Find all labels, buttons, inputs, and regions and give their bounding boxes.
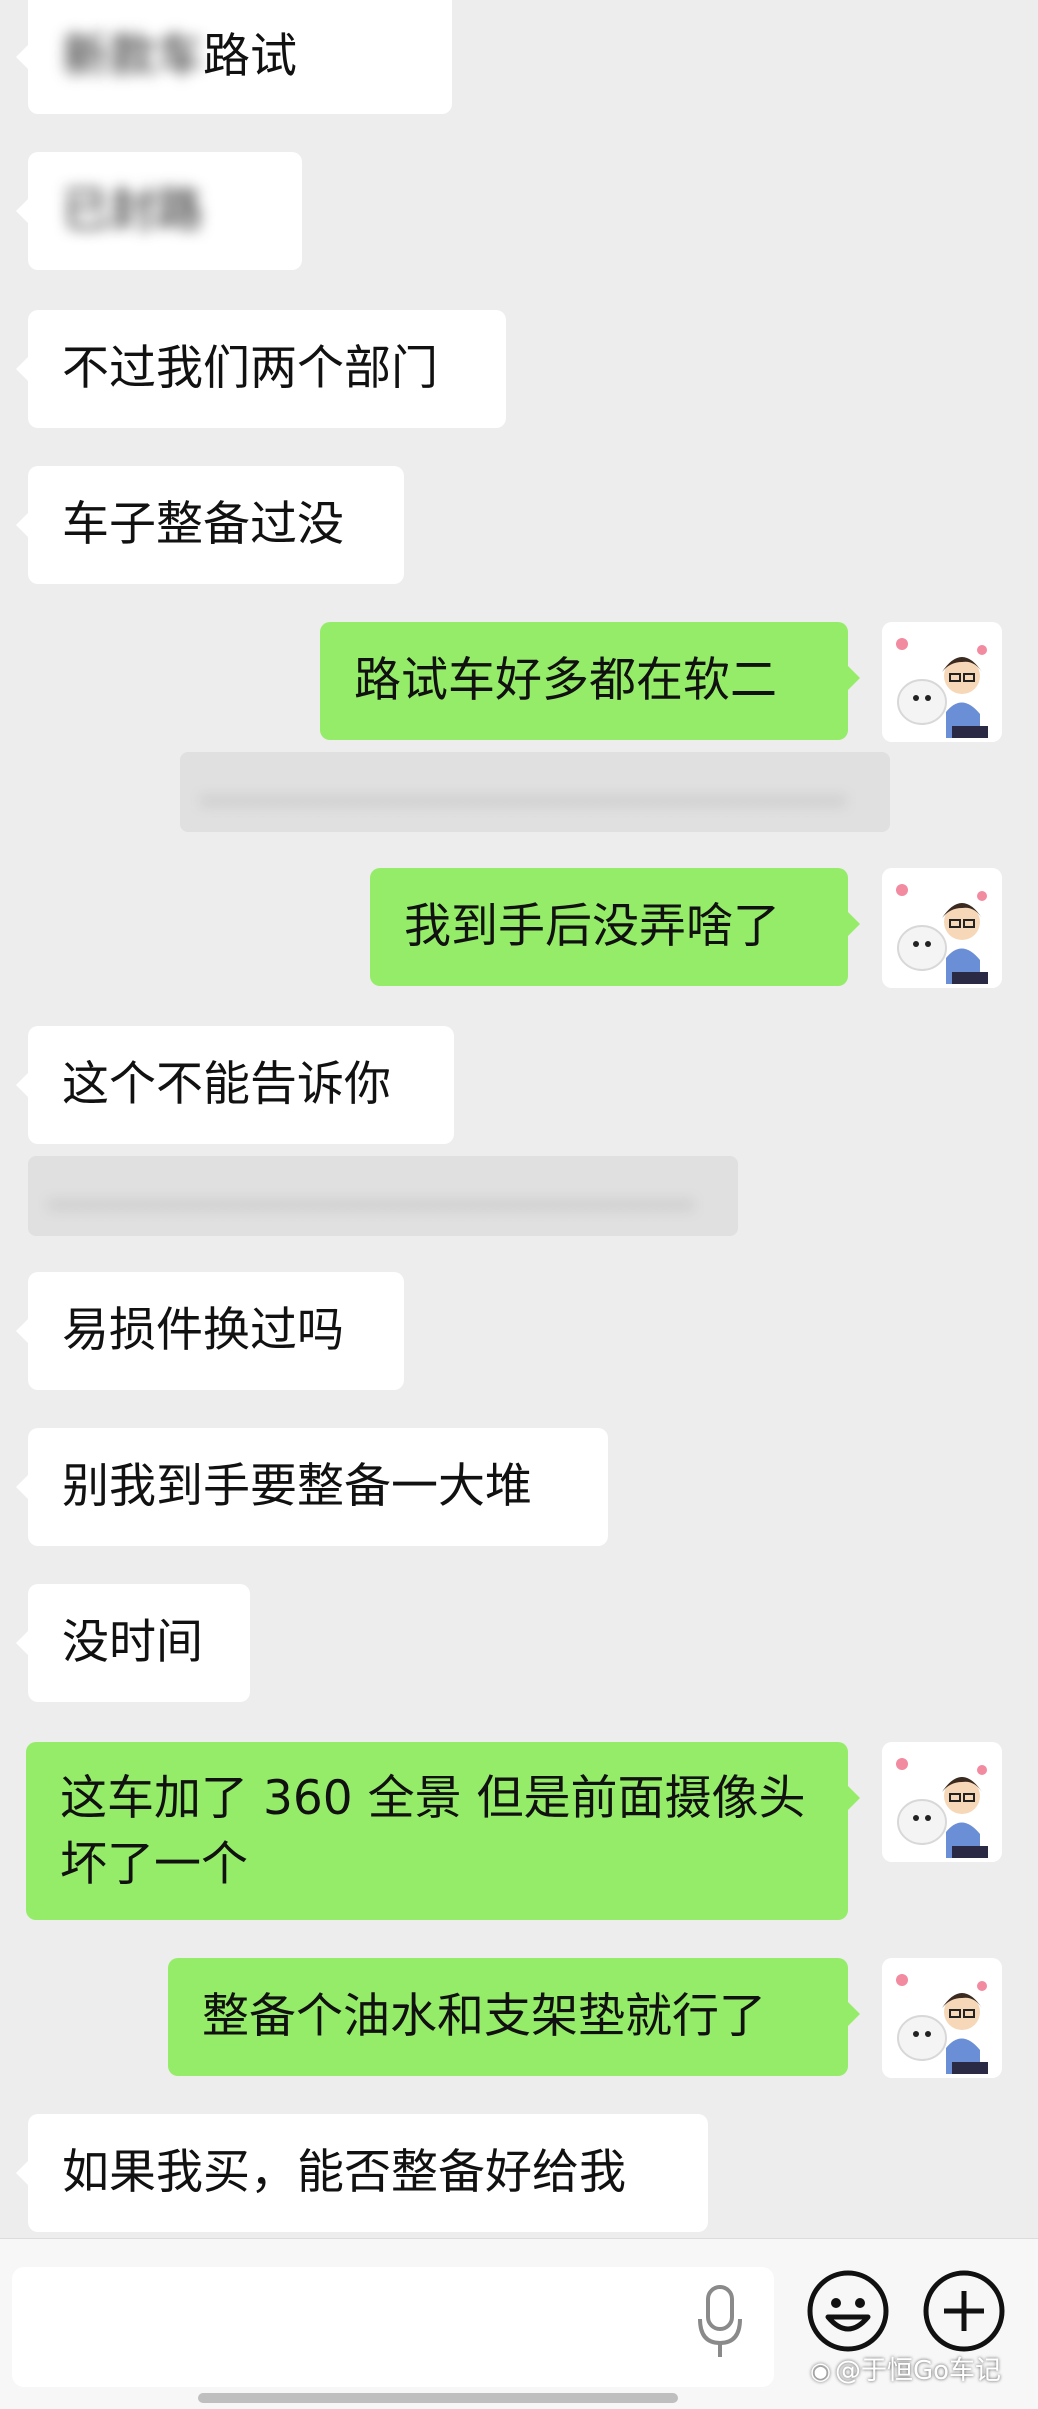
incoming-message-bubble[interactable]: 别我到手要整备一大堆 xyxy=(16,1428,608,1546)
message-text: 别我到手要整备一大堆 xyxy=(62,1459,532,1514)
message-text: 整备个油水和支架垫就行了 xyxy=(202,1989,766,2044)
redacted-text: 新款车 xyxy=(62,29,203,84)
message-text: 我到手后没弄啥了 xyxy=(404,899,780,954)
user-avatar[interactable] xyxy=(882,1958,1002,2078)
incoming-message-bubble[interactable]: 如果我买，能否整备好给我 xyxy=(16,2114,708,2232)
watermark: ◉ @于恒Go车记 xyxy=(810,2354,1001,2388)
message-text: 这个不能告诉你 xyxy=(62,1057,391,1112)
weibo-logo-icon: ◉ xyxy=(810,2357,831,2385)
plus-circle-icon[interactable] xyxy=(922,2269,1006,2357)
incoming-message-bubble[interactable]: 车子整备过没 xyxy=(16,466,404,584)
outgoing-message-bubble[interactable]: 路试车好多都在软二 xyxy=(320,622,860,740)
incoming-message-bubble[interactable]: 易损件换过吗 xyxy=(16,1272,404,1390)
redacted-text: 已封路 xyxy=(62,183,203,238)
outgoing-message-bubble[interactable]: 这车加了 360 全景 但是前面摄像头坏了一个 xyxy=(26,1742,860,1920)
incoming-message-bubble[interactable]: 不过我们两个部门 xyxy=(16,310,506,428)
message-text: 不过我们两个部门 xyxy=(62,341,438,396)
incoming-message-bubble[interactable]: 这个不能告诉你 xyxy=(16,1026,454,1144)
message-text: 易损件换过吗 xyxy=(62,1303,344,1358)
microphone-icon[interactable] xyxy=(692,2283,748,2367)
user-avatar[interactable] xyxy=(882,868,1002,988)
redacted-quote-strip: ………………………………………………… xyxy=(28,1156,738,1236)
message-text: 没时间 xyxy=(62,1615,203,1670)
incoming-message-bubble-redacted[interactable]: 已封路 xyxy=(16,152,302,270)
watermark-text: @于恒Go车记 xyxy=(834,2356,1002,2386)
message-text: 路试车好多都在软二 xyxy=(354,653,777,708)
message-text: 如果我买，能否整备好给我 xyxy=(62,2145,626,2200)
message-text: 车子整备过没 xyxy=(62,497,344,552)
smiley-face-icon[interactable] xyxy=(806,2269,890,2357)
message-text-field[interactable] xyxy=(12,2267,774,2387)
message-text: 路试 xyxy=(203,29,297,84)
user-avatar[interactable] xyxy=(882,1742,1002,1862)
incoming-message-bubble[interactable]: 新款车路试 xyxy=(16,0,452,114)
chat-message-list[interactable]: 新款车路试 已封路 不过我们两个部门 车子整备过没 路试车好多都在软二 …………… xyxy=(0,0,1038,2238)
message-text: 这车加了 360 全景 但是前面摄像头坏了一个 xyxy=(60,1771,806,1892)
home-indicator[interactable] xyxy=(198,2393,678,2403)
incoming-message-bubble[interactable]: 没时间 xyxy=(16,1584,250,1702)
outgoing-message-bubble[interactable]: 整备个油水和支架垫就行了 xyxy=(168,1958,860,2076)
redacted-quote-strip: ………………………………………………… xyxy=(180,752,890,832)
user-avatar[interactable] xyxy=(882,622,1002,742)
outgoing-message-bubble[interactable]: 我到手后没弄啥了 xyxy=(370,868,860,986)
